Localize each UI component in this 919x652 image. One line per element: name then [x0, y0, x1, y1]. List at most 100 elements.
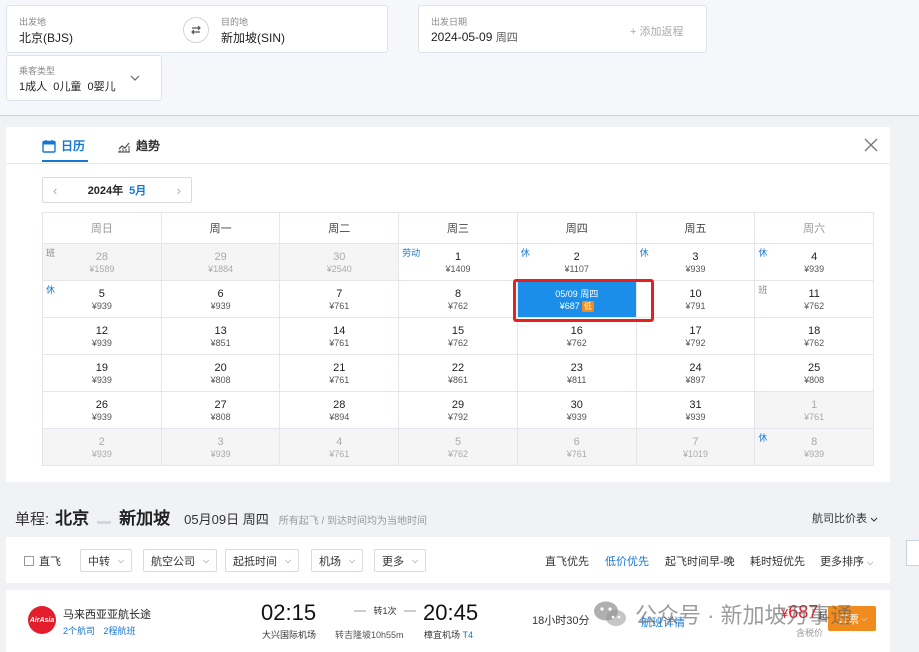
date-input[interactable]: 2024-05-09 周四: [431, 29, 518, 45]
weekday-header-cell: 周日: [43, 213, 162, 244]
calendar-day[interactable]: 31 ¥939: [636, 392, 756, 429]
chevron-down-icon: ⌵: [203, 555, 210, 565]
day-number: 19: [95, 362, 108, 374]
more-dropdown[interactable]: 更多 ⌵: [374, 549, 427, 572]
sort-direct-first[interactable]: 直飞优先: [545, 553, 589, 569]
from-input[interactable]: 北京(BJS): [19, 29, 73, 46]
price-table-button[interactable]: 航司比价表: [812, 510, 878, 526]
day-number: 26: [95, 399, 108, 411]
chevron-down-icon: [870, 517, 878, 522]
calendar-day[interactable]: 1 ¥761: [755, 392, 875, 429]
day-price: ¥762: [804, 301, 825, 311]
day-number: 2: [98, 436, 105, 448]
flight-detail-link[interactable]: 航班详情: [641, 614, 685, 630]
sort-low-price[interactable]: 低价优先: [605, 553, 649, 569]
side-toggle[interactable]: [906, 540, 919, 566]
departure-time: 02:15: [261, 600, 317, 625]
day-price: ¥1409: [445, 264, 471, 274]
calendar-day[interactable]: 休 2 ¥1107: [517, 244, 637, 281]
holiday-tag: 休: [758, 248, 768, 258]
calendar-day[interactable]: 休 3 ¥939: [636, 244, 756, 281]
calendar-day[interactable]: 13 ¥851: [161, 318, 281, 355]
calendar-day[interactable]: 25 ¥808: [755, 355, 875, 392]
calendar-day[interactable]: 18 ¥762: [755, 318, 875, 355]
calendar-day[interactable]: 10 ¥791: [636, 281, 756, 318]
sort-shortest[interactable]: 耗时短优先: [750, 553, 805, 569]
prev-month-icon[interactable]: ‹: [53, 183, 57, 198]
calendar-day[interactable]: 28 ¥894: [280, 392, 400, 429]
calendar-day[interactable]: 4 ¥761: [280, 429, 400, 466]
calendar-day[interactable]: 劳动 1 ¥1409: [399, 244, 518, 281]
calendar-day[interactable]: 15 ¥762: [399, 318, 518, 355]
day-number: 8: [811, 436, 818, 448]
calendar-day[interactable]: 休 4 ¥939: [755, 244, 875, 281]
tab-calendar[interactable]: 日历: [42, 137, 85, 154]
calendar-day[interactable]: 12 ¥939: [43, 318, 162, 355]
calendar-day[interactable]: 22 ¥861: [399, 355, 518, 392]
calendar-day[interactable]: 24 ¥897: [636, 355, 756, 392]
segment-count-link[interactable]: 2程航班: [104, 626, 136, 636]
calendar-day[interactable]: 29 ¥1884: [161, 244, 281, 281]
transfer-dropdown[interactable]: 中转 ⌵: [80, 549, 133, 572]
calendar-day[interactable]: 3 ¥939: [161, 429, 281, 466]
tab-trend[interactable]: 趋势: [117, 137, 160, 154]
calendar-day[interactable]: 6 ¥761: [517, 429, 637, 466]
price-calendar-panel: 日历 趋势 ‹ 2024年 5月 › 周日 周一 周二 周三 周四 周五 周六 班 28 ¥158…: [6, 127, 890, 482]
calendar-day[interactable]: 5 ¥762: [399, 429, 518, 466]
swap-icon[interactable]: [183, 17, 209, 43]
day-price: ¥761: [804, 412, 825, 422]
day-number: 31: [689, 399, 702, 411]
route-type-label: 单程:: [15, 511, 50, 528]
price-suffix: 起: [818, 611, 828, 621]
calendar-day[interactable]: 6 ¥939: [161, 281, 281, 318]
flight-price: ¥687: [781, 602, 819, 622]
search-bar: 出发地 北京(BJS) 目的地 新加坡(SIN) 出发日期 2024-05-09…: [0, 0, 919, 116]
calendar-day[interactable]: 26 ¥939: [43, 392, 162, 429]
day-number: 29: [214, 251, 227, 263]
calendar-day[interactable]: 21 ¥761: [280, 355, 400, 392]
weekday-header-cell: 周四: [517, 213, 637, 244]
divider: [6, 163, 890, 164]
sort-departure-time[interactable]: 起飞时间早-晚: [665, 553, 735, 569]
time-dropdown[interactable]: 起抵时间 ⌵: [225, 549, 300, 572]
to-input[interactable]: 新加坡(SIN): [221, 29, 285, 46]
calendar-day-selected[interactable]: 05/09 周四 ¥687 低: [517, 281, 637, 318]
airline-count-link[interactable]: 2个航司: [63, 626, 95, 636]
calendar-day[interactable]: 27 ¥808: [161, 392, 281, 429]
calendar-day[interactable]: 8 ¥762: [399, 281, 518, 318]
calendar-day[interactable]: 19 ¥939: [43, 355, 162, 392]
calendar-week-row: 12 ¥939 13 ¥851 14 ¥761 15 ¥762 16 ¥762 17 ¥792 18 ¥7…: [43, 318, 875, 355]
calendar-day[interactable]: 休 5 ¥939: [43, 281, 162, 318]
calendar-day[interactable]: 20 ¥808: [161, 355, 281, 392]
filter-bar: 直飞 中转 ⌵ 航空公司 ⌵ 起抵时间 ⌵ 机场 ⌵ 更多 ⌵ 直飞优先 低价优先 起飞时…: [6, 537, 890, 583]
calendar-day[interactable]: 7 ¥1019: [636, 429, 756, 466]
calendar-day[interactable]: 30 ¥939: [517, 392, 637, 429]
calendar-day[interactable]: 23 ¥811: [517, 355, 637, 392]
close-icon[interactable]: [864, 135, 878, 158]
calendar-day[interactable]: 班 28 ¥1589: [43, 244, 162, 281]
calendar-day[interactable]: 17 ¥792: [636, 318, 756, 355]
calendar-day[interactable]: 14 ¥761: [280, 318, 400, 355]
book-button[interactable]: 订票 ⌵: [828, 606, 876, 631]
next-month-icon[interactable]: ›: [177, 183, 181, 198]
day-price: ¥762: [448, 449, 469, 459]
airline-dropdown[interactable]: 航空公司 ⌵: [143, 549, 218, 572]
calendar-day[interactable]: 班 11 ¥762: [755, 281, 875, 318]
calendar-day[interactable]: 7 ¥761: [280, 281, 400, 318]
calendar-day[interactable]: 2 ¥939: [43, 429, 162, 466]
direct-checkbox[interactable]: [24, 556, 34, 566]
calendar-day[interactable]: 30 ¥2540: [280, 244, 400, 281]
day-number: 12: [95, 325, 108, 337]
weekday-header: 周日 周一 周二 周三 周四 周五 周六: [43, 213, 875, 244]
day-number: 6: [573, 436, 580, 448]
sort-more[interactable]: 更多排序 ⌵: [820, 553, 873, 569]
calendar-day[interactable]: 16 ¥762: [517, 318, 637, 355]
flight-row[interactable]: AirAsia 马来西亚亚航长途 2个航司 2程航班 02:15 大兴国际机场 …: [6, 590, 890, 652]
add-return-button[interactable]: + 添加返程: [630, 23, 683, 39]
calendar-day[interactable]: 休 8 ¥939: [755, 429, 875, 466]
calendar-day[interactable]: 29 ¥792: [399, 392, 518, 429]
day-price: ¥792: [448, 412, 469, 422]
airport-dropdown[interactable]: 机场 ⌵: [311, 549, 364, 572]
chevron-down-icon[interactable]: [130, 73, 140, 83]
day-price: ¥761: [329, 338, 350, 348]
